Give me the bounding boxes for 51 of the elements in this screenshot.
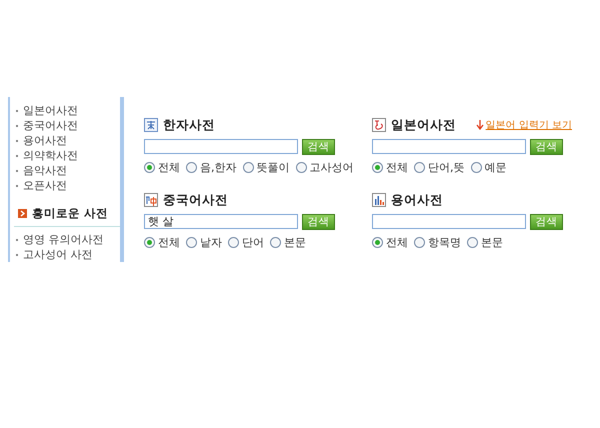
radio-button[interactable]: [372, 162, 383, 173]
radio-button[interactable]: [270, 237, 281, 248]
sidebar-link[interactable]: 일본어사전: [23, 103, 78, 118]
search-field[interactable]: [144, 139, 298, 154]
radio-button[interactable]: [144, 162, 155, 173]
section-title: 흥미로운 사전: [32, 206, 108, 220]
radio-label: 고사성어: [310, 160, 354, 175]
radio-label: 뜻풀이: [256, 160, 290, 175]
radio-label: 낱자: [200, 235, 222, 250]
radio-button[interactable]: [470, 162, 482, 173]
dictionary-icon: [144, 118, 158, 132]
dictionary-title: 용어사전: [391, 192, 443, 208]
sidebar-link[interactable]: 오픈사전: [23, 178, 67, 193]
radio-label: 전체: [386, 160, 408, 175]
sidebar-link[interactable]: 중국어사전: [23, 118, 78, 133]
radio-button[interactable]: [296, 162, 306, 173]
dictionary-icon: [372, 118, 386, 132]
sidebar-link[interactable]: 영영 유의어사전: [23, 232, 104, 247]
radio-button[interactable]: [467, 237, 478, 248]
radio-button[interactable]: [242, 162, 254, 173]
radio-button[interactable]: [372, 237, 383, 248]
arrow-icon: [476, 120, 484, 130]
sidebar-link[interactable]: 의약학사전: [23, 148, 78, 163]
radio-button[interactable]: [144, 237, 155, 248]
radio-button[interactable]: [186, 237, 197, 248]
sidebar-link[interactable]: 음악사전: [23, 163, 67, 178]
chart-icon: [372, 193, 386, 207]
radio-label: 음,한자: [200, 160, 236, 175]
radio-label: 항목명: [428, 235, 461, 250]
radio-label: 전체: [386, 235, 408, 250]
search-field[interactable]: [372, 214, 526, 229]
search-field[interactable]: [372, 139, 526, 154]
radio-label: 본문: [284, 235, 306, 250]
dictionary-title: 중국어사전: [163, 192, 228, 208]
radio-button[interactable]: [186, 162, 197, 173]
dictionary-title: 일본어사전: [391, 116, 456, 134]
radio-button[interactable]: [228, 237, 239, 248]
radio-label: 본문: [481, 235, 503, 250]
radio-label: 단어,뜻: [428, 160, 464, 175]
search-field[interactable]: 햇 살: [144, 214, 298, 229]
bullet-icon: [18, 208, 27, 218]
sidebar-link[interactable]: 용어사전: [23, 133, 67, 148]
dictionary-title: 한자사전: [163, 116, 215, 134]
radio-label: 예문: [484, 160, 506, 175]
radio-label: 전체: [158, 160, 180, 175]
sidebar-link[interactable]: 고사성어 사전: [23, 247, 92, 262]
dictionary-icon: [144, 193, 158, 207]
radio-button[interactable]: [414, 237, 425, 248]
radio-label: 전체: [158, 235, 180, 250]
radio-button[interactable]: [414, 162, 425, 173]
radio-label: 단어: [242, 235, 264, 250]
